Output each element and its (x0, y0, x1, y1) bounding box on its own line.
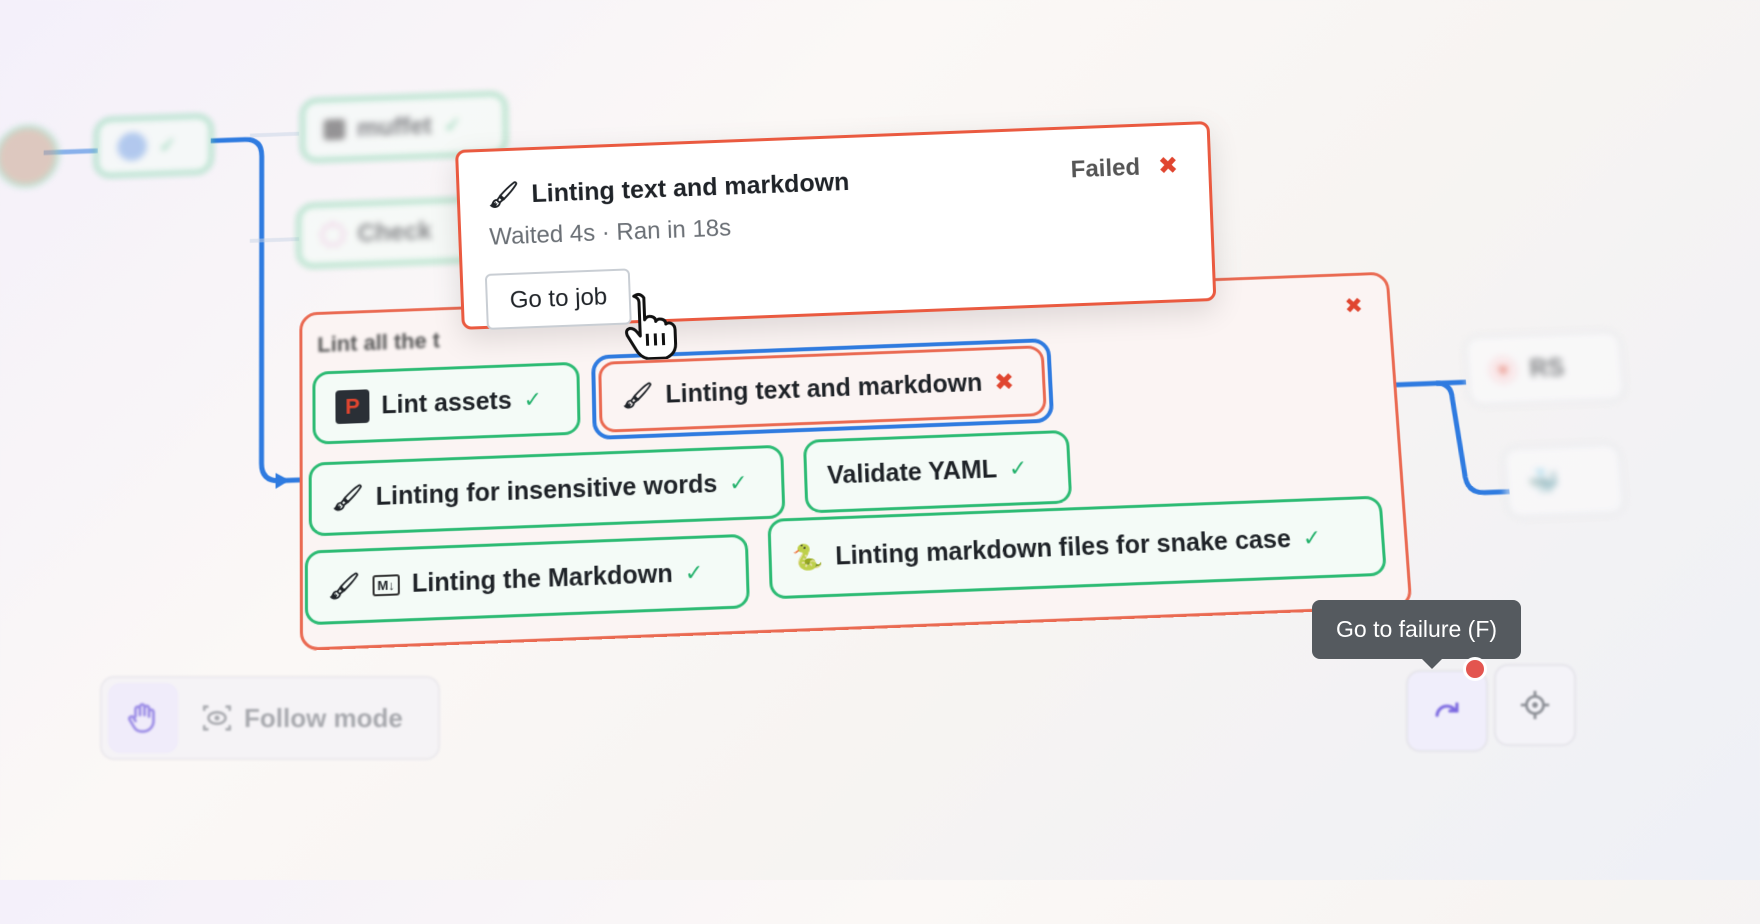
group-title: Lint all the t (317, 327, 441, 357)
markdown-icon: M↓ (372, 573, 400, 596)
job-popup: 🖌 Linting text and markdown Waited 4s · … (455, 121, 1217, 361)
job-label: Linting for insensitive words (375, 469, 718, 511)
job-linting-markdown[interactable]: 🖌 M↓ Linting the Markdown ✓ (304, 533, 750, 626)
close-icon[interactable]: ✖ (1344, 293, 1364, 319)
check-icon: ✓ (443, 112, 462, 137)
go-to-failure-button[interactable] (1406, 670, 1488, 752)
status-badge: Failed ✖ (1070, 151, 1179, 184)
popup-title: 🖌 Linting text and markdown (487, 168, 850, 211)
go-to-job-button[interactable]: Go to job (484, 268, 633, 330)
snake-icon: 🐍 (791, 542, 824, 572)
job-label: Lint assets (381, 386, 512, 419)
muffet-label: muffet (356, 112, 432, 142)
docker-icon: 🐳 (1525, 465, 1561, 497)
check-icon: ✓ (1301, 524, 1323, 551)
crosshair-icon (1520, 690, 1550, 720)
docker-node[interactable]: 🐳 (1500, 441, 1628, 520)
brush-icon: 🖌 (487, 180, 521, 210)
hand-icon (128, 703, 155, 733)
redo-icon (1435, 702, 1459, 717)
gear-icon (117, 131, 147, 162)
job-label: Linting markdown files for snake case (834, 524, 1292, 571)
recenter-button[interactable] (1494, 664, 1576, 746)
lint-assets-icon: P (335, 389, 370, 425)
popup-title-text: Linting text and markdown (530, 167, 850, 209)
check-icon: ✓ (684, 559, 704, 586)
job-label: Linting the Markdown (411, 559, 674, 598)
hand-cursor-icon (625, 292, 678, 361)
brush-icon: 🖌 (331, 482, 364, 513)
close-icon: ✖ (1157, 152, 1179, 181)
check-icon: ✓ (523, 386, 543, 412)
hand-tool-button[interactable] (108, 683, 178, 753)
job-label: Linting text and markdown (665, 368, 983, 409)
job-label: Validate YAML (826, 454, 998, 490)
check-icon: ✓ (158, 132, 177, 158)
follow-mode-label: Follow mode (244, 702, 403, 733)
job-lint-assets[interactable]: P Lint assets ✓ (312, 361, 581, 445)
brush-icon: 🖌 (621, 381, 654, 410)
muffet-icon (323, 118, 346, 141)
canvas-toolbar: Follow mode (100, 676, 440, 760)
check-icon: ✓ (728, 469, 749, 496)
close-icon: ✖ (993, 368, 1015, 396)
failure-indicator-dot (1463, 657, 1487, 681)
check-node[interactable]: Check (297, 197, 476, 269)
rs-label: RS (1528, 353, 1566, 383)
status-label: Failed (1070, 153, 1141, 183)
rs-node[interactable]: ♥ RS (1462, 329, 1628, 408)
check-label: Check (357, 217, 432, 247)
follow-mode-button[interactable]: Follow mode (200, 701, 403, 735)
check-icon: ✓ (1008, 455, 1029, 481)
flower-icon (319, 221, 346, 248)
heart-icon: ♥ (1486, 354, 1520, 386)
trigger-node[interactable]: ✓ (94, 114, 213, 178)
brush-icon: 🖌 (328, 571, 361, 601)
tooltip: Go to failure (F) (1312, 600, 1522, 669)
eye-icon (202, 705, 232, 731)
job-validate-yaml[interactable]: Validate YAML ✓ (802, 429, 1073, 514)
popup-subtitle: Waited 4s · Ran in 18s (488, 214, 732, 251)
job-insensitive-words[interactable]: 🖌 Linting for insensitive words ✓ (308, 444, 786, 537)
